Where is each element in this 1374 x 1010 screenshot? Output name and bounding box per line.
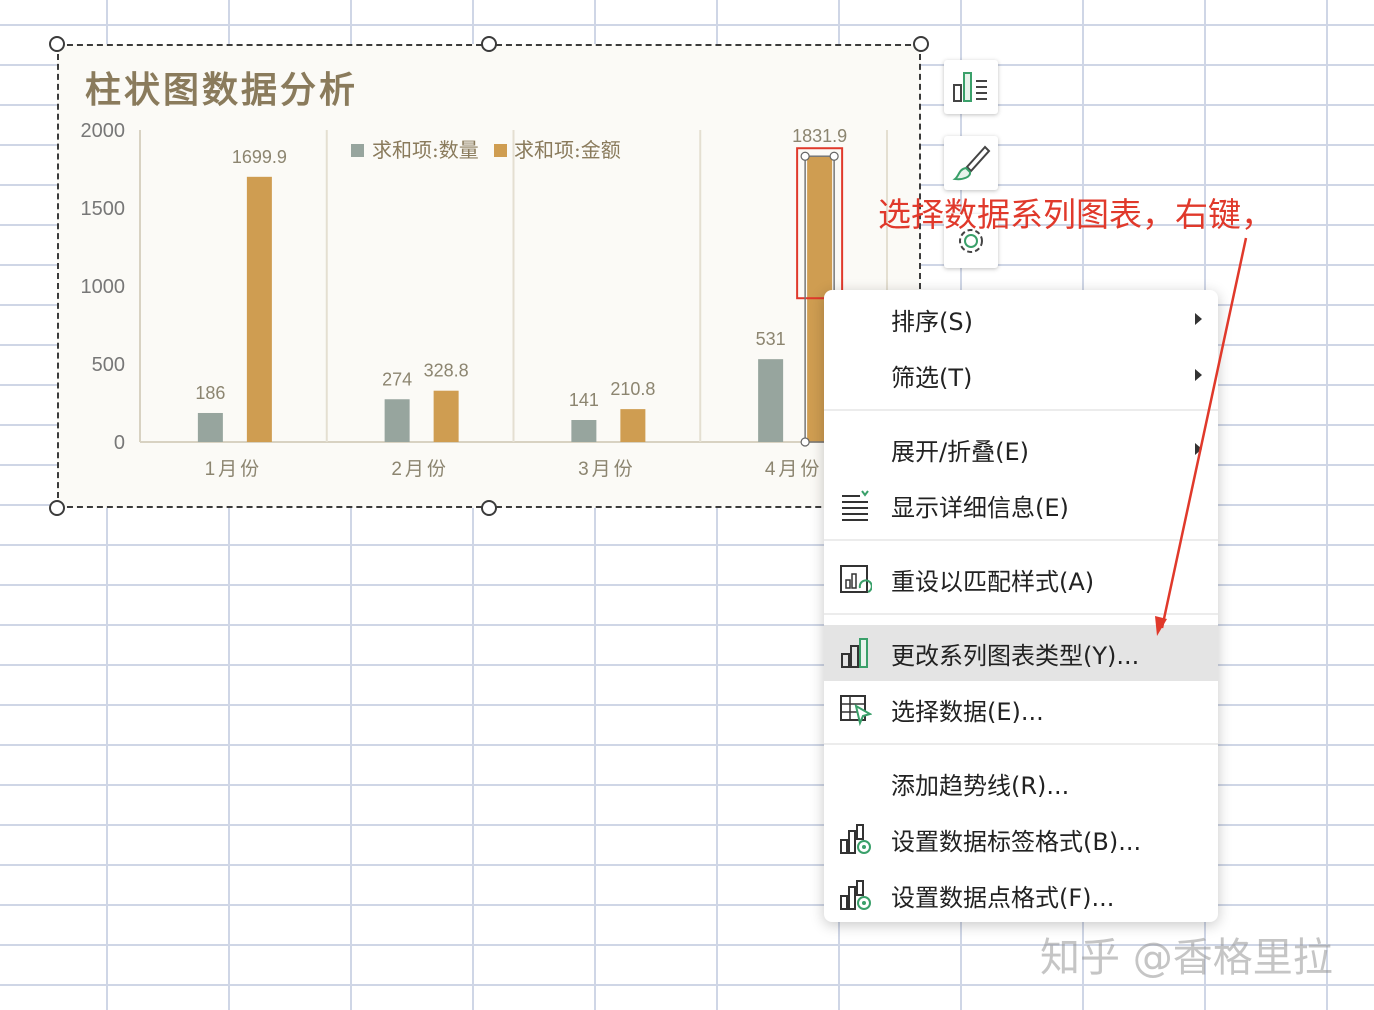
y-tick-label: 0 [114,432,125,454]
context-menu[interactable]: 排序(S) 筛选(T) 展开/折叠(E) 显示详细信息(E) 重设以匹配样式(A… [824,290,1218,922]
menu-separator [824,743,1218,745]
y-tick-label: 1500 [81,198,126,220]
chart-elements-button[interactable] [944,60,998,114]
menu-item-change-chart-type[interactable]: 更改系列图表类型(Y)... [824,625,1218,681]
menu-label: 展开/折叠(E) [891,437,1029,466]
bar-amount [433,390,459,442]
y-tick-label: 500 [92,354,125,376]
data-label: 1831.9 [792,126,847,146]
menu-item-add-trendline[interactable]: 添加趋势线(R)... [824,755,1218,811]
menu-separator [824,613,1218,615]
data-label: 141 [569,390,599,410]
reset-style-icon [840,565,872,593]
menu-label: 显示详细信息(E) [891,493,1069,522]
menu-separator [824,409,1218,411]
annotation-text: 选择数据系列图表，右键， [878,195,1274,234]
menu-separator [824,539,1218,541]
menu-item-select-data[interactable]: 选择数据(E)... [824,681,1218,737]
menu-label: 选择数据(E)... [891,697,1044,726]
data-label: 210.8 [610,379,655,399]
menu-item-filter[interactable]: 筛选(T) [824,347,1218,403]
menu-label: 更改系列图表类型(Y)... [891,641,1140,670]
resize-handle-bottom-left[interactable] [49,500,65,516]
x-tick-label: 4月份 [765,458,823,480]
menu-label: 重设以匹配样式(A) [891,567,1095,596]
data-label: 274 [382,369,412,389]
resize-handle-top-right[interactable] [913,36,929,52]
data-label: 328.8 [424,361,469,381]
chart-style-brush-icon [952,145,991,181]
bar-quantity [384,399,410,442]
x-tick-label: 2月份 [391,458,449,480]
menu-label: 设置数据标签格式(B)... [891,827,1142,856]
menu-item-expand-collapse[interactable]: 展开/折叠(E) [824,421,1218,477]
chart-elements-icon [953,72,987,102]
change-chart-type-icon [841,638,868,668]
bar-chart[interactable]: 柱状图数据分析 求和项:数量 求和项:金额 0 500 1000 1500 2000 18… [57,44,921,508]
submenu-arrow-icon [1195,443,1202,455]
resize-handle-top-left[interactable] [49,36,65,52]
menu-label: 设置数据点格式(F)... [891,883,1115,912]
select-data-icon [840,695,872,726]
menu-item-reset-style[interactable]: 重设以匹配样式(A) [824,551,1218,607]
bar-selection-handle [829,151,839,161]
menu-label: 筛选(T) [891,363,973,392]
menu-item-show-details[interactable]: 显示详细信息(E) [824,477,1218,533]
legend-label-amount: 求和项:金额 [514,138,621,162]
watermark: 知乎 @香格里拉 [1040,935,1333,981]
show-details-icon [842,490,869,521]
bar-quantity [758,359,784,442]
bar-quantity [197,412,223,442]
chart-legend[interactable]: 求和项:数量 求和项:金额 [351,138,621,162]
bar-amount [620,409,646,442]
legend-swatch-amount [494,144,507,157]
y-tick-label: 1000 [81,276,126,298]
chart-style-button[interactable] [944,136,998,190]
menu-label: 排序(S) [891,307,973,336]
resize-handle-top[interactable] [481,36,497,52]
bar-selection-handle [800,151,810,161]
x-tick-label: 1月份 [205,458,263,480]
submenu-arrow-icon [1195,313,1202,325]
bar-selection-handle [800,437,810,447]
menu-item-format-data-labels[interactable]: 设置数据标签格式(B)... [824,811,1218,867]
legend-swatch-quantity [351,144,364,157]
legend-label-quantity: 求和项:数量 [372,138,479,162]
resize-handle-bottom[interactable] [481,500,497,516]
y-tick-label: 2000 [81,120,126,142]
chart-title: 柱状图数据分析 [85,69,358,111]
data-label: 186 [195,383,225,403]
data-label: 1699.9 [232,147,287,167]
format-data-point-icon [840,880,871,910]
data-label: 531 [756,329,786,349]
x-tick-label: 3月份 [578,458,636,480]
format-data-labels-icon [840,824,871,854]
submenu-arrow-icon [1195,369,1202,381]
menu-item-sort[interactable]: 排序(S) [824,291,1218,347]
bar-amount [246,176,272,442]
menu-label: 添加趋势线(R)... [891,771,1070,800]
menu-item-format-data-point[interactable]: 设置数据点格式(F)... [824,867,1218,923]
bar-quantity [571,420,597,442]
